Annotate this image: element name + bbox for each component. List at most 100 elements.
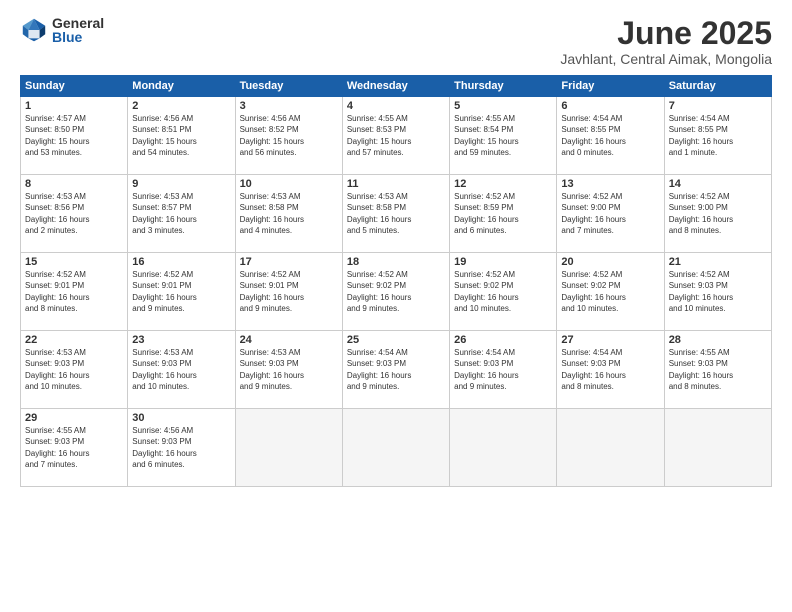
calendar-cell: 23Sunrise: 4:53 AM Sunset: 9:03 PM Dayli… bbox=[128, 331, 235, 409]
logo-icon bbox=[20, 16, 48, 44]
day-info: Sunrise: 4:54 AM Sunset: 8:55 PM Dayligh… bbox=[669, 113, 767, 158]
calendar-cell: 1Sunrise: 4:57 AM Sunset: 8:50 PM Daylig… bbox=[21, 97, 128, 175]
calendar-cell: 10Sunrise: 4:53 AM Sunset: 8:58 PM Dayli… bbox=[235, 175, 342, 253]
calendar-cell: 30Sunrise: 4:56 AM Sunset: 9:03 PM Dayli… bbox=[128, 409, 235, 487]
day-number: 3 bbox=[240, 100, 338, 112]
calendar-table: SundayMondayTuesdayWednesdayThursdayFrid… bbox=[20, 75, 772, 487]
day-info: Sunrise: 4:56 AM Sunset: 8:52 PM Dayligh… bbox=[240, 113, 338, 158]
day-info: Sunrise: 4:55 AM Sunset: 9:03 PM Dayligh… bbox=[669, 347, 767, 392]
calendar-cell: 18Sunrise: 4:52 AM Sunset: 9:02 PM Dayli… bbox=[342, 253, 449, 331]
page-header: General Blue June 2025 Javhlant, Central… bbox=[20, 16, 772, 67]
day-info: Sunrise: 4:52 AM Sunset: 9:02 PM Dayligh… bbox=[561, 269, 659, 314]
day-number: 21 bbox=[669, 256, 767, 268]
calendar-cell bbox=[235, 409, 342, 487]
month-title: June 2025 bbox=[560, 16, 772, 51]
day-info: Sunrise: 4:53 AM Sunset: 9:03 PM Dayligh… bbox=[240, 347, 338, 392]
day-number: 19 bbox=[454, 256, 552, 268]
logo-general-text: General bbox=[52, 16, 104, 30]
day-info: Sunrise: 4:54 AM Sunset: 9:03 PM Dayligh… bbox=[561, 347, 659, 392]
calendar-week-4: 22Sunrise: 4:53 AM Sunset: 9:03 PM Dayli… bbox=[21, 331, 772, 409]
calendar-week-5: 29Sunrise: 4:55 AM Sunset: 9:03 PM Dayli… bbox=[21, 409, 772, 487]
calendar-body: 1Sunrise: 4:57 AM Sunset: 8:50 PM Daylig… bbox=[21, 97, 772, 487]
calendar-cell: 13Sunrise: 4:52 AM Sunset: 9:00 PM Dayli… bbox=[557, 175, 664, 253]
day-info: Sunrise: 4:53 AM Sunset: 8:56 PM Dayligh… bbox=[25, 191, 123, 236]
calendar-cell: 8Sunrise: 4:53 AM Sunset: 8:56 PM Daylig… bbox=[21, 175, 128, 253]
calendar-cell: 6Sunrise: 4:54 AM Sunset: 8:55 PM Daylig… bbox=[557, 97, 664, 175]
day-info: Sunrise: 4:56 AM Sunset: 8:51 PM Dayligh… bbox=[132, 113, 230, 158]
day-number: 4 bbox=[347, 100, 445, 112]
day-number: 25 bbox=[347, 334, 445, 346]
calendar-cell: 17Sunrise: 4:52 AM Sunset: 9:01 PM Dayli… bbox=[235, 253, 342, 331]
logo-text: General Blue bbox=[52, 16, 104, 44]
calendar-cell: 5Sunrise: 4:55 AM Sunset: 8:54 PM Daylig… bbox=[450, 97, 557, 175]
location-title: Javhlant, Central Aimak, Mongolia bbox=[560, 51, 772, 67]
day-info: Sunrise: 4:57 AM Sunset: 8:50 PM Dayligh… bbox=[25, 113, 123, 158]
day-number: 11 bbox=[347, 178, 445, 190]
day-info: Sunrise: 4:54 AM Sunset: 8:55 PM Dayligh… bbox=[561, 113, 659, 158]
day-number: 27 bbox=[561, 334, 659, 346]
day-info: Sunrise: 4:52 AM Sunset: 9:03 PM Dayligh… bbox=[669, 269, 767, 314]
calendar-week-3: 15Sunrise: 4:52 AM Sunset: 9:01 PM Dayli… bbox=[21, 253, 772, 331]
day-info: Sunrise: 4:52 AM Sunset: 9:00 PM Dayligh… bbox=[561, 191, 659, 236]
calendar-cell bbox=[557, 409, 664, 487]
day-number: 9 bbox=[132, 178, 230, 190]
day-number: 22 bbox=[25, 334, 123, 346]
day-number: 8 bbox=[25, 178, 123, 190]
day-info: Sunrise: 4:52 AM Sunset: 8:59 PM Dayligh… bbox=[454, 191, 552, 236]
day-number: 12 bbox=[454, 178, 552, 190]
day-info: Sunrise: 4:54 AM Sunset: 9:03 PM Dayligh… bbox=[454, 347, 552, 392]
day-info: Sunrise: 4:55 AM Sunset: 8:53 PM Dayligh… bbox=[347, 113, 445, 158]
calendar-header-thursday: Thursday bbox=[450, 76, 557, 97]
day-info: Sunrise: 4:52 AM Sunset: 9:02 PM Dayligh… bbox=[454, 269, 552, 314]
calendar-cell: 15Sunrise: 4:52 AM Sunset: 9:01 PM Dayli… bbox=[21, 253, 128, 331]
day-info: Sunrise: 4:52 AM Sunset: 9:00 PM Dayligh… bbox=[669, 191, 767, 236]
day-number: 7 bbox=[669, 100, 767, 112]
day-info: Sunrise: 4:53 AM Sunset: 8:58 PM Dayligh… bbox=[347, 191, 445, 236]
calendar-cell: 21Sunrise: 4:52 AM Sunset: 9:03 PM Dayli… bbox=[664, 253, 771, 331]
logo-blue-text: Blue bbox=[52, 30, 104, 44]
day-info: Sunrise: 4:54 AM Sunset: 9:03 PM Dayligh… bbox=[347, 347, 445, 392]
calendar-header-sunday: Sunday bbox=[21, 76, 128, 97]
day-info: Sunrise: 4:52 AM Sunset: 9:01 PM Dayligh… bbox=[132, 269, 230, 314]
calendar-cell: 12Sunrise: 4:52 AM Sunset: 8:59 PM Dayli… bbox=[450, 175, 557, 253]
calendar-header-row: SundayMondayTuesdayWednesdayThursdayFrid… bbox=[21, 76, 772, 97]
title-block: June 2025 Javhlant, Central Aimak, Mongo… bbox=[560, 16, 772, 67]
calendar-header-wednesday: Wednesday bbox=[342, 76, 449, 97]
calendar-cell: 20Sunrise: 4:52 AM Sunset: 9:02 PM Dayli… bbox=[557, 253, 664, 331]
day-number: 23 bbox=[132, 334, 230, 346]
day-number: 30 bbox=[132, 412, 230, 424]
day-number: 2 bbox=[132, 100, 230, 112]
calendar-cell: 11Sunrise: 4:53 AM Sunset: 8:58 PM Dayli… bbox=[342, 175, 449, 253]
calendar-cell: 26Sunrise: 4:54 AM Sunset: 9:03 PM Dayli… bbox=[450, 331, 557, 409]
day-info: Sunrise: 4:52 AM Sunset: 9:02 PM Dayligh… bbox=[347, 269, 445, 314]
day-info: Sunrise: 4:53 AM Sunset: 8:57 PM Dayligh… bbox=[132, 191, 230, 236]
day-info: Sunrise: 4:52 AM Sunset: 9:01 PM Dayligh… bbox=[25, 269, 123, 314]
calendar-cell: 29Sunrise: 4:55 AM Sunset: 9:03 PM Dayli… bbox=[21, 409, 128, 487]
calendar-cell: 9Sunrise: 4:53 AM Sunset: 8:57 PM Daylig… bbox=[128, 175, 235, 253]
day-number: 18 bbox=[347, 256, 445, 268]
calendar-cell: 25Sunrise: 4:54 AM Sunset: 9:03 PM Dayli… bbox=[342, 331, 449, 409]
day-number: 10 bbox=[240, 178, 338, 190]
day-info: Sunrise: 4:53 AM Sunset: 8:58 PM Dayligh… bbox=[240, 191, 338, 236]
calendar-cell: 2Sunrise: 4:56 AM Sunset: 8:51 PM Daylig… bbox=[128, 97, 235, 175]
calendar-cell: 22Sunrise: 4:53 AM Sunset: 9:03 PM Dayli… bbox=[21, 331, 128, 409]
day-number: 26 bbox=[454, 334, 552, 346]
day-number: 17 bbox=[240, 256, 338, 268]
calendar-header-monday: Monday bbox=[128, 76, 235, 97]
calendar-cell: 19Sunrise: 4:52 AM Sunset: 9:02 PM Dayli… bbox=[450, 253, 557, 331]
day-number: 20 bbox=[561, 256, 659, 268]
day-number: 24 bbox=[240, 334, 338, 346]
day-number: 15 bbox=[25, 256, 123, 268]
day-info: Sunrise: 4:52 AM Sunset: 9:01 PM Dayligh… bbox=[240, 269, 338, 314]
calendar-cell: 24Sunrise: 4:53 AM Sunset: 9:03 PM Dayli… bbox=[235, 331, 342, 409]
day-number: 6 bbox=[561, 100, 659, 112]
logo: General Blue bbox=[20, 16, 104, 44]
calendar-cell: 3Sunrise: 4:56 AM Sunset: 8:52 PM Daylig… bbox=[235, 97, 342, 175]
day-number: 29 bbox=[25, 412, 123, 424]
day-number: 13 bbox=[561, 178, 659, 190]
day-info: Sunrise: 4:53 AM Sunset: 9:03 PM Dayligh… bbox=[25, 347, 123, 392]
calendar-cell: 27Sunrise: 4:54 AM Sunset: 9:03 PM Dayli… bbox=[557, 331, 664, 409]
calendar-cell bbox=[450, 409, 557, 487]
day-info: Sunrise: 4:53 AM Sunset: 9:03 PM Dayligh… bbox=[132, 347, 230, 392]
calendar-cell: 28Sunrise: 4:55 AM Sunset: 9:03 PM Dayli… bbox=[664, 331, 771, 409]
